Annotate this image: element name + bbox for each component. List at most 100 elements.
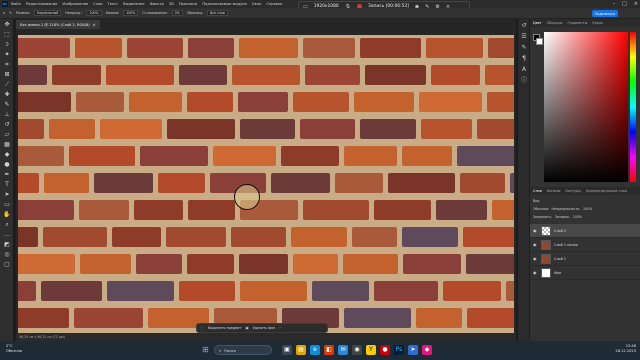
stamp-tool-icon[interactable]: ⊥ (2, 110, 12, 119)
pressure-field[interactable]: 100% (123, 10, 139, 16)
filter-kind-label[interactable]: Вид (533, 199, 539, 203)
screen-mode-icon[interactable]: ▢ (2, 260, 12, 269)
eyedropper-icon[interactable]: ⟋ (2, 80, 12, 89)
menu-text[interactable]: Текст (108, 2, 119, 6)
smoothing-field[interactable]: 0% (171, 10, 183, 16)
pen-tool-icon[interactable]: ✒ (2, 170, 12, 179)
color-field[interactable] (544, 32, 628, 182)
layer-row[interactable]: ◉ Фон (530, 266, 640, 280)
more-options-icon[interactable]: ⋯ (279, 326, 282, 330)
frame-tool-icon[interactable]: ⊠ (2, 70, 12, 79)
quick-mask-icon[interactable]: ◎ (2, 250, 12, 259)
fill-value[interactable]: 100% (573, 215, 582, 219)
lasso-tool-icon[interactable]: ↄ (2, 40, 12, 49)
character-icon[interactable]: A (520, 66, 528, 74)
close-icon[interactable]: × (634, 1, 638, 7)
menu-help[interactable]: Справка (266, 2, 282, 6)
maximize-icon[interactable]: □ (622, 1, 627, 7)
yandex-icon[interactable]: Y (366, 345, 376, 355)
blend-mode-select[interactable]: Нормальный (33, 10, 62, 16)
menu-select[interactable]: Выделение (123, 2, 144, 6)
hue-slider[interactable] (630, 32, 636, 182)
system-clock[interactable]: 23:48 28.12.2023 (615, 344, 636, 354)
close-tab-icon[interactable]: × (93, 23, 96, 27)
photoshop-taskbar-icon[interactable]: Ps (394, 345, 404, 355)
eye-icon[interactable]: ◉ (533, 256, 538, 261)
remove-bg-icon[interactable]: ▣ (245, 326, 248, 330)
menu-plugins[interactable]: Подключаемые модули (202, 2, 246, 6)
history-brush-icon[interactable]: ↺ (2, 120, 12, 129)
brush-settings-icon[interactable]: ✎ (520, 44, 528, 52)
info-icon[interactable]: ⓘ (520, 77, 528, 85)
brush-tool-icon[interactable]: ✎ (2, 100, 12, 109)
sample-select[interactable]: Все слои (207, 10, 228, 16)
eraser-icon[interactable]: ▱ (2, 130, 12, 139)
store-icon[interactable]: ◧ (324, 345, 334, 355)
tab-patterns[interactable]: Узоры (592, 21, 603, 25)
healing-brush-icon[interactable]: ✚ (2, 90, 12, 99)
menu-3d[interactable]: 3D (169, 2, 174, 6)
edge-icon[interactable]: e (310, 345, 320, 355)
select-subject-icon[interactable]: ⬚ (201, 326, 204, 330)
move-tool-icon[interactable]: ✥ (2, 20, 12, 29)
paragraph-icon[interactable]: ¶ (520, 55, 528, 63)
camera-app-icon[interactable]: ◉ (352, 345, 362, 355)
menu-filter[interactable]: Фильтр (150, 2, 164, 6)
app-icon[interactable]: ◆ (422, 345, 432, 355)
file-explorer-icon[interactable]: ▤ (296, 345, 306, 355)
home-icon[interactable]: ⌂ (3, 11, 5, 15)
path-select-icon[interactable]: ➤ (2, 190, 12, 199)
remove-background-button[interactable]: Удалить фон (253, 326, 275, 330)
marquee-tool-icon[interactable]: ⬚ (2, 30, 12, 39)
mail-icon[interactable]: ✉ (338, 345, 348, 355)
tab-adjustments[interactable]: Корректирующие слои (586, 189, 627, 193)
tab-gradients[interactable]: Градиенты (567, 21, 587, 25)
share-button[interactable]: Поделиться (592, 10, 618, 17)
layer-row[interactable]: ◉ Слой 1 (530, 252, 640, 266)
shape-tool-icon[interactable]: ▭ (2, 200, 12, 209)
menu-window[interactable]: Окно (252, 2, 262, 6)
background-color-swatch[interactable] (536, 38, 543, 45)
type-tool-icon[interactable]: T (2, 180, 12, 189)
brick-wall-image[interactable] (18, 35, 514, 333)
telegram-icon[interactable]: ➤ (408, 345, 418, 355)
task-view-icon[interactable]: ▣ (282, 345, 292, 355)
eye-icon[interactable]: ◉ (533, 242, 538, 247)
tab-layers[interactable]: Слои (533, 189, 542, 193)
eye-icon[interactable]: ◉ (533, 228, 538, 233)
tab-swatches[interactable]: Образцы (547, 21, 563, 25)
tab-paths[interactable]: Контуры (565, 189, 581, 193)
hand-tool-icon[interactable]: ✋ (2, 210, 12, 219)
more-tools-icon[interactable]: … (2, 230, 12, 239)
magic-wand-icon[interactable]: ✦ (2, 50, 12, 59)
opacity-field[interactable]: 100% (86, 10, 102, 16)
color-swatches-icon[interactable]: ◩ (2, 240, 12, 249)
layer-opacity-value[interactable]: 100% (583, 207, 592, 211)
select-subject-button[interactable]: Выделить предмет (208, 326, 241, 330)
weather-widget[interactable]: 2°C Облачно (6, 344, 22, 354)
eye-icon[interactable]: ◉ (533, 270, 538, 275)
brush-tool-icon[interactable]: ✎ (9, 11, 12, 15)
tab-channels[interactable]: Каналы (547, 189, 561, 193)
layer-row[interactable]: ◉ Слой 2 (530, 224, 640, 238)
canvas-area[interactable] (16, 29, 516, 333)
recorder-icon[interactable]: ● (380, 345, 390, 355)
menu-image[interactable]: Изображение (62, 2, 88, 6)
taskbar-search[interactable]: ⌕ Поиск (214, 345, 272, 355)
menu-edit[interactable]: Редактирование (26, 2, 57, 6)
properties-icon[interactable]: ☰ (520, 33, 528, 41)
minimize-icon[interactable]: – (613, 1, 616, 7)
tab-color[interactable]: Цвет (533, 21, 542, 25)
menu-layers[interactable]: Слои (93, 2, 102, 6)
dodge-tool-icon[interactable]: ● (2, 160, 12, 169)
zoom-tool-icon[interactable]: ⌕ (2, 220, 12, 229)
menu-view[interactable]: Просмотр (179, 2, 197, 6)
windows-start-icon[interactable]: ⊞ (202, 346, 210, 354)
document-tab[interactable]: Без имени-1 @ 218% (Слой 2, RGB/8) × (16, 20, 100, 29)
layer-row[interactable]: ◉ Слой 1 копия (530, 238, 640, 252)
crop-tool-icon[interactable]: ⌗ (2, 60, 12, 69)
history-icon[interactable]: ↺ (520, 22, 528, 30)
gradient-tool-icon[interactable]: ▦ (2, 140, 12, 149)
menu-file[interactable]: Файл (11, 2, 21, 6)
blur-tool-icon[interactable]: ◆ (2, 150, 12, 159)
